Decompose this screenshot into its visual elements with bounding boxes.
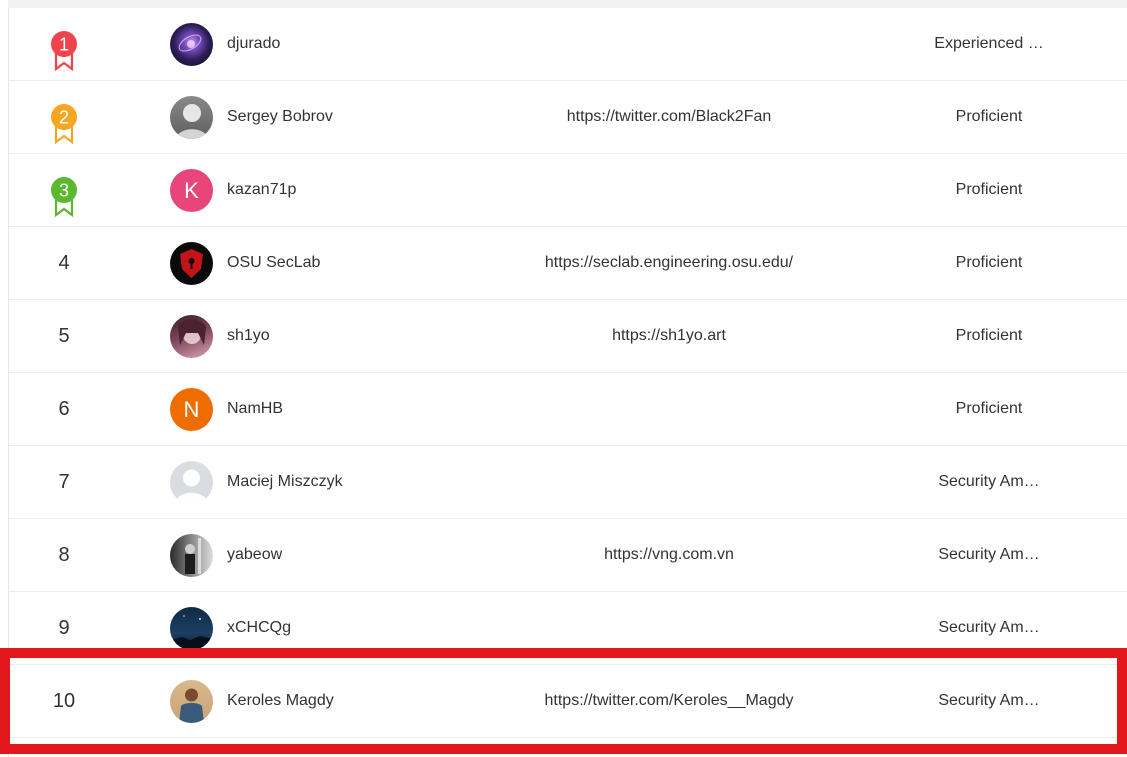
avatar-letter[interactable]: K bbox=[170, 169, 213, 212]
avatar[interactable] bbox=[170, 607, 213, 650]
reputation-level: Proficient bbox=[955, 400, 1023, 417]
username[interactable]: xCHCQg bbox=[227, 592, 291, 664]
username[interactable]: yabeow bbox=[227, 519, 282, 591]
table-row[interactable]: 4 OSU SecLab https://seclab.engineering.… bbox=[9, 227, 1127, 300]
rank-number: 7 bbox=[58, 470, 70, 493]
gold-medal-rank-icon: 1 bbox=[50, 31, 78, 71]
username[interactable]: sh1yo bbox=[227, 300, 270, 372]
default-user-icon[interactable] bbox=[170, 461, 213, 504]
avatar[interactable] bbox=[170, 315, 213, 358]
reputation-level: Security Am… bbox=[938, 473, 1040, 490]
table-header-strip bbox=[8, 0, 1127, 8]
table-row[interactable]: 5 sh1yo https://sh1yo.art Proficient bbox=[9, 300, 1127, 373]
reputation-level: Proficient bbox=[955, 327, 1023, 344]
rank-number: 6 bbox=[58, 397, 70, 420]
username[interactable]: OSU SecLab bbox=[227, 227, 320, 299]
silver-medal-rank-icon: 2 bbox=[50, 104, 78, 144]
username[interactable]: Sergey Bobrov bbox=[227, 81, 333, 153]
avatar[interactable] bbox=[170, 242, 213, 285]
rank-number: 9 bbox=[58, 616, 70, 639]
username[interactable]: Maciej Miszczyk bbox=[227, 446, 343, 518]
table-row[interactable]: 6 N NamHB Proficient bbox=[9, 373, 1127, 446]
profile-url[interactable]: https://seclab.engineering.osu.edu/ bbox=[469, 227, 869, 299]
username[interactable]: kazan71p bbox=[227, 154, 296, 226]
avatar-letter[interactable]: N bbox=[170, 388, 213, 431]
rank-number: 2 bbox=[59, 108, 69, 128]
profile-url[interactable]: https://vng.com.vn bbox=[469, 519, 869, 591]
rank-number: 10 bbox=[52, 689, 76, 712]
reputation-level: Proficient bbox=[955, 108, 1023, 125]
profile-url[interactable] bbox=[469, 8, 869, 80]
reputation-level: Proficient bbox=[955, 181, 1023, 198]
profile-url[interactable] bbox=[469, 373, 869, 445]
table-row[interactable]: 7 Maciej Miszczyk Security Am… bbox=[9, 446, 1127, 519]
reputation-level: Security Am… bbox=[938, 546, 1040, 563]
rank-number: 1 bbox=[59, 35, 69, 55]
username[interactable]: djurado bbox=[227, 8, 280, 80]
rank-number: 3 bbox=[59, 181, 69, 201]
profile-url[interactable] bbox=[469, 154, 869, 226]
table-row[interactable]: 2 Sergey Bobrov https://twitter.com/Blac… bbox=[9, 81, 1127, 154]
avatar[interactable] bbox=[170, 680, 213, 723]
avatar[interactable] bbox=[170, 23, 213, 66]
profile-url[interactable] bbox=[469, 446, 869, 518]
rank-number: 4 bbox=[58, 251, 70, 274]
table-row[interactable]: 3 K kazan71p Proficient bbox=[9, 154, 1127, 227]
reputation-level: Proficient bbox=[955, 254, 1023, 271]
reputation-level: Security Am… bbox=[938, 692, 1040, 709]
table-row[interactable]: 9 xCHCQg Security Am… bbox=[9, 592, 1127, 665]
username[interactable]: NamHB bbox=[227, 373, 283, 445]
profile-url[interactable]: https://twitter.com/Black2Fan bbox=[469, 81, 869, 153]
profile-url[interactable] bbox=[469, 592, 869, 664]
profile-url[interactable]: https://twitter.com/Keroles__Magdy bbox=[469, 665, 869, 737]
avatar[interactable] bbox=[170, 96, 213, 139]
profile-url[interactable]: https://sh1yo.art bbox=[469, 300, 869, 372]
table-row[interactable]: 8 yabeow https://vng.com.vn Security Am… bbox=[9, 519, 1127, 592]
bronze-medal-rank-icon: 3 bbox=[50, 177, 78, 217]
rank-number: 5 bbox=[58, 324, 70, 347]
reputation-level: Security Am… bbox=[938, 619, 1040, 636]
rank-number: 8 bbox=[58, 543, 70, 566]
table-row[interactable]: 1 djurado Experienced … bbox=[9, 8, 1127, 81]
reputation-level: Experienced … bbox=[934, 35, 1044, 52]
leaderboard-table: 1 djurado Experienced … 2 Sergey Bobrov … bbox=[9, 8, 1127, 738]
avatar[interactable] bbox=[170, 534, 213, 577]
username[interactable]: Keroles Magdy bbox=[227, 665, 334, 737]
table-row-highlighted[interactable]: 10 Keroles Magdy https://twitter.com/Ker… bbox=[9, 665, 1127, 738]
